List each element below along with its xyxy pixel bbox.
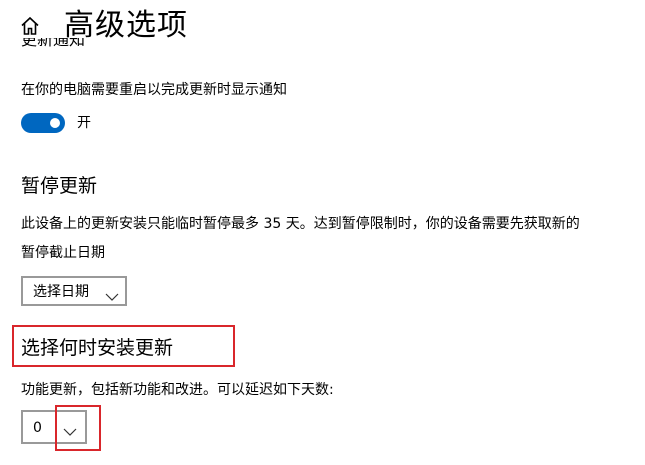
chevron-down-icon bbox=[105, 287, 119, 301]
select-date-label: 选择日期 bbox=[33, 284, 89, 300]
days-dropdown-highlight bbox=[55, 405, 101, 451]
pause-until-date-label: 暂停截止日期 bbox=[21, 245, 105, 261]
select-date-dropdown[interactable]: 选择日期 bbox=[21, 276, 127, 306]
advanced-options-page: 高级选项 更新通知 在你的电脑需要重启以完成更新时显示通知 开 暂停更新 此设备… bbox=[0, 0, 645, 465]
home-icon[interactable] bbox=[18, 14, 42, 38]
update-notification-heading: 更新通知 bbox=[21, 38, 86, 49]
restart-notification-description: 在你的电脑需要重启以完成更新时显示通知 bbox=[21, 82, 287, 98]
restart-notification-toggle[interactable] bbox=[21, 113, 65, 133]
install-timing-heading: 选择何时安装更新 bbox=[21, 337, 174, 359]
toggle-knob bbox=[50, 118, 60, 128]
feature-update-deferral-description: 功能更新，包括新功能和改进。可以延迟如下天数: bbox=[21, 382, 334, 398]
pause-updates-description: 此设备上的更新安装只能临时暂停最多 35 天。达到暂停限制时，你的设备需要先获取… bbox=[21, 216, 580, 232]
deferral-days-value: 0 bbox=[33, 420, 42, 436]
pause-updates-heading: 暂停更新 bbox=[21, 175, 98, 197]
toggle-state-label: 开 bbox=[77, 115, 91, 131]
